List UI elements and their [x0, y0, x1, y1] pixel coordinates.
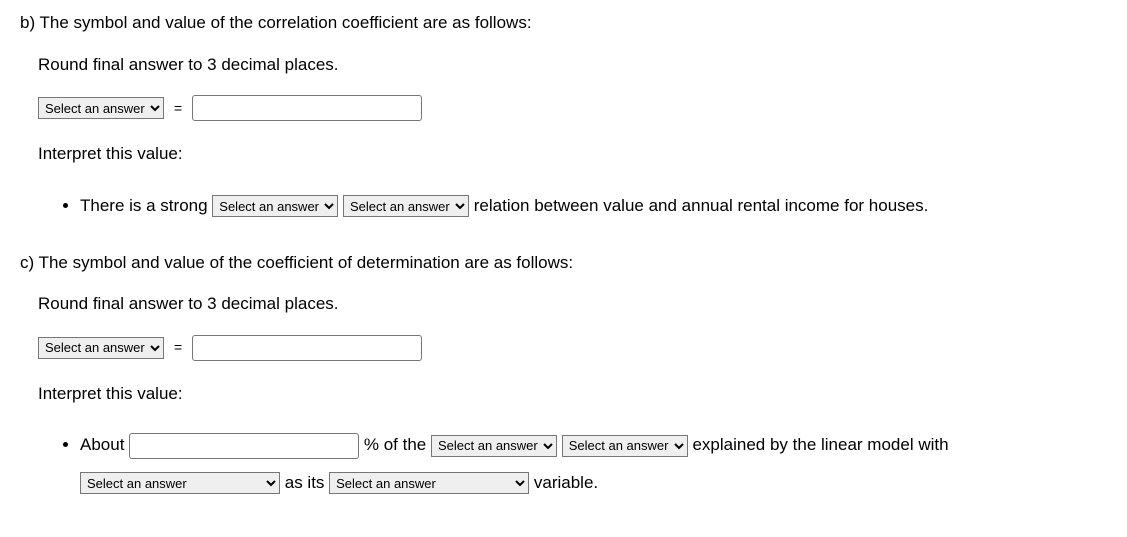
part-b-type-select[interactable]: Select an answer: [343, 195, 469, 217]
part-b-bullet-list: There is a strong Select an answer Selec…: [80, 187, 1107, 224]
part-b-round-note: Round final answer to 3 decimal places.: [38, 52, 1107, 78]
part-c-value-input[interactable]: [192, 335, 422, 361]
part-b-value-input[interactable]: [192, 95, 422, 121]
part-c-round-note: Round final answer to 3 decimal places.: [38, 291, 1107, 317]
part-b-direction-select[interactable]: Select an answer: [212, 195, 338, 217]
part-b: b) The symbol and value of the correlati…: [20, 10, 1107, 224]
part-b-symbol-select[interactable]: Select an answer: [38, 97, 164, 119]
explained-label: explained by the linear model with: [692, 435, 948, 454]
bullet-text-pre: There is a strong: [80, 196, 212, 215]
part-c-vartype-select[interactable]: Select an answer: [329, 472, 529, 494]
as-its-label: as its: [285, 473, 329, 492]
bullet-text-mid: relation between value and annual rental…: [474, 196, 929, 215]
part-c-interpret-label: Interpret this value:: [38, 381, 1107, 407]
part-c-symbol-select[interactable]: Select an answer: [38, 337, 164, 359]
part-c-bullet-list: About % of the Select an answer Select a…: [80, 426, 1107, 501]
about-label: About: [80, 435, 129, 454]
equals-sign: =: [174, 337, 182, 358]
pct-of-label: % of the: [364, 435, 431, 454]
part-b-title: b) The symbol and value of the correlati…: [20, 10, 1107, 36]
part-c-response-select[interactable]: Select an answer: [562, 435, 688, 457]
equals-sign: =: [174, 98, 182, 119]
part-c-title: c) The symbol and value of the coefficie…: [20, 250, 1107, 276]
part-c-predictor-select[interactable]: Select an answer: [80, 472, 280, 494]
variable-label: variable.: [534, 473, 598, 492]
part-c-variation-select[interactable]: Select an answer: [431, 435, 557, 457]
part-c: c) The symbol and value of the coefficie…: [20, 250, 1107, 501]
part-b-bullet: There is a strong Select an answer Selec…: [80, 187, 1107, 224]
part-b-interpret-label: Interpret this value:: [38, 141, 1107, 167]
part-c-bullet: About % of the Select an answer Select a…: [80, 426, 1107, 501]
part-c-input-row: Select an answer =: [38, 335, 1107, 361]
part-b-input-row: Select an answer =: [38, 95, 1107, 121]
part-c-percent-input[interactable]: [129, 433, 359, 459]
